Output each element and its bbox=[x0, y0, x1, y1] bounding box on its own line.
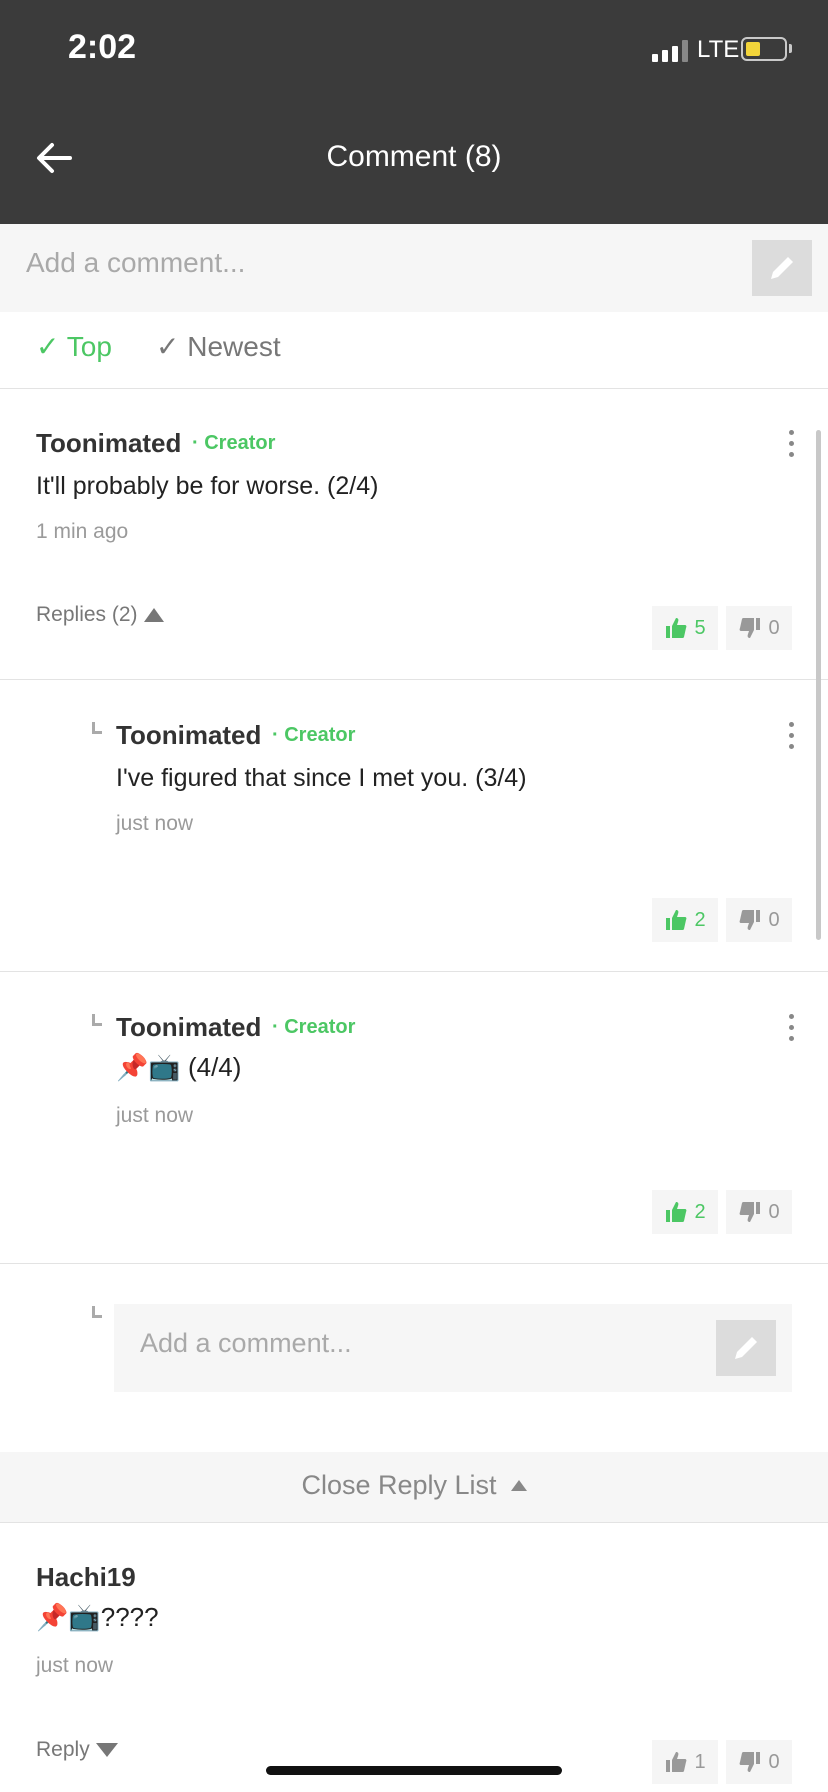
filter-top[interactable]: ✓ Top bbox=[36, 330, 112, 363]
comment-time: just now bbox=[116, 1104, 194, 1127]
like-count: 5 bbox=[694, 616, 706, 639]
close-reply-label: Close Reply List bbox=[301, 1470, 497, 1500]
like-button[interactable]: 2 bbox=[652, 898, 718, 942]
thumbs-up-icon bbox=[666, 1202, 687, 1222]
like-count: 1 bbox=[694, 1750, 706, 1773]
thumbs-up-icon bbox=[666, 910, 687, 930]
comment-text: 📌📺 (4/4) bbox=[116, 1052, 242, 1082]
creator-badge: · Creator bbox=[192, 432, 276, 454]
creator-badge: · Creator bbox=[272, 1016, 356, 1038]
dislike-button[interactable]: 0 bbox=[726, 1190, 792, 1234]
replies-toggle[interactable]: Replies (2) bbox=[36, 603, 164, 627]
status-time: 2:02 bbox=[68, 28, 137, 66]
dislike-count: 0 bbox=[768, 616, 780, 639]
comment-author[interactable]: Hachi19 bbox=[36, 1562, 136, 1593]
check-icon: ✓ bbox=[156, 331, 180, 362]
dislike-count: 0 bbox=[768, 908, 780, 931]
comment-text: I've figured that since I met you. (3/4) bbox=[116, 764, 527, 792]
comment-time: just now bbox=[36, 1654, 114, 1677]
caret-up-icon bbox=[143, 608, 164, 622]
dislike-count: 0 bbox=[768, 1200, 780, 1223]
write-reply-button[interactable] bbox=[716, 1320, 776, 1376]
comment-author[interactable]: Toonimated bbox=[116, 1012, 261, 1043]
comment-time: just now bbox=[116, 812, 194, 835]
filter-newest[interactable]: ✓ Newest bbox=[156, 330, 281, 363]
like-button[interactable]: 5 bbox=[652, 606, 718, 650]
thumbs-down-icon bbox=[740, 618, 761, 638]
like-button[interactable]: 1 bbox=[652, 1740, 718, 1784]
signal-icon bbox=[652, 40, 688, 62]
more-options-icon[interactable] bbox=[786, 430, 796, 457]
comment-author[interactable]: Toonimated bbox=[36, 428, 181, 459]
comment-time: 1 min ago bbox=[36, 520, 129, 543]
dislike-button[interactable]: 0 bbox=[726, 898, 792, 942]
divider bbox=[0, 971, 828, 972]
reply-indent-icon bbox=[92, 1306, 102, 1318]
like-count: 2 bbox=[694, 1200, 706, 1223]
thumbs-down-icon bbox=[740, 910, 761, 930]
caret-down-icon bbox=[95, 1743, 118, 1757]
pencil-icon bbox=[771, 257, 793, 279]
comment-text: It'll probably be for worse. (2/4) bbox=[36, 472, 379, 500]
more-options-icon[interactable] bbox=[786, 722, 796, 749]
reply-indent-icon bbox=[92, 722, 102, 734]
pencil-icon bbox=[735, 1337, 757, 1359]
more-options-icon[interactable] bbox=[786, 1014, 796, 1041]
battery-nub bbox=[789, 44, 792, 53]
battery-icon bbox=[741, 37, 787, 61]
network-label: LTE bbox=[697, 36, 740, 63]
thumbs-down-icon bbox=[740, 1202, 761, 1222]
comment-author[interactable]: Toonimated bbox=[116, 720, 261, 751]
scrollbar[interactable] bbox=[816, 430, 821, 940]
replies-label: Replies (2) bbox=[36, 603, 138, 626]
filter-top-label: Top bbox=[66, 331, 112, 362]
dislike-count: 0 bbox=[768, 1750, 780, 1773]
divider bbox=[0, 1263, 828, 1264]
write-comment-button[interactable] bbox=[752, 240, 812, 296]
creator-badge: · Creator bbox=[272, 724, 356, 746]
reply-label: Reply bbox=[36, 1738, 90, 1761]
divider bbox=[0, 1522, 828, 1523]
caret-up-icon bbox=[510, 1480, 527, 1491]
reply-indent-icon bbox=[92, 1014, 102, 1026]
comment-text: 📌📺???? bbox=[36, 1602, 159, 1632]
thumbs-up-icon bbox=[666, 1752, 687, 1772]
filter-newest-label: Newest bbox=[187, 331, 281, 362]
like-count: 2 bbox=[694, 908, 706, 931]
add-comment-input[interactable]: Add a comment... bbox=[26, 247, 245, 279]
reply-toggle[interactable]: Reply bbox=[36, 1738, 118, 1762]
reply-input[interactable]: Add a comment... bbox=[140, 1328, 352, 1359]
divider bbox=[0, 388, 828, 389]
dislike-button[interactable]: 0 bbox=[726, 606, 792, 650]
close-reply-button[interactable]: Close Reply List bbox=[0, 1470, 828, 1501]
page-title: Comment (8) bbox=[326, 140, 502, 173]
thumbs-down-icon bbox=[740, 1752, 761, 1772]
like-button[interactable]: 2 bbox=[652, 1190, 718, 1234]
thumbs-up-icon bbox=[666, 618, 687, 638]
check-icon: ✓ bbox=[36, 331, 60, 362]
home-indicator bbox=[266, 1766, 562, 1775]
dislike-button[interactable]: 0 bbox=[726, 1740, 792, 1784]
divider bbox=[0, 679, 828, 680]
